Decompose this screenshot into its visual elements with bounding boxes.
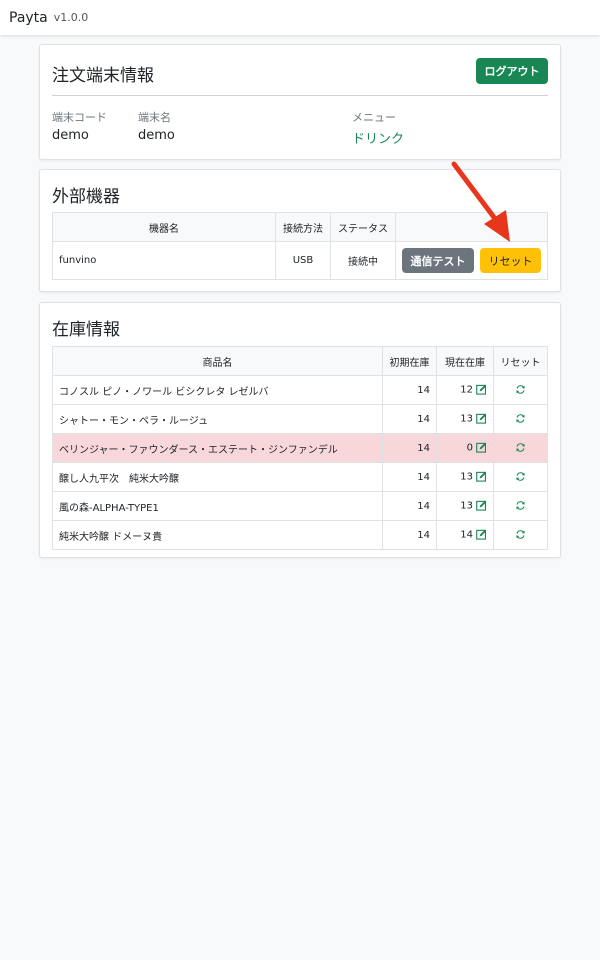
table-header-row: 商品名 初期在庫 現在在庫 リセット xyxy=(52,346,548,376)
current-stock-cell: 14 xyxy=(436,520,494,550)
table-row: 風の森-ALPHA-TYPE1 14 13 xyxy=(52,491,548,521)
initial-stock-cell: 14 xyxy=(382,404,437,434)
edit-icon[interactable] xyxy=(476,442,487,453)
product-name-cell: シャトー・モン・ペラ・ルージュ xyxy=(52,404,383,434)
current-stock-value: 13 xyxy=(460,500,473,512)
refresh-icon[interactable] xyxy=(515,384,526,395)
device-actions-cell: 通信テスト リセット xyxy=(395,241,548,280)
device-method-cell: USB xyxy=(275,241,331,280)
reset-cell xyxy=(493,404,548,434)
column-header-initial-stock: 初期在庫 xyxy=(382,346,437,376)
refresh-icon[interactable] xyxy=(515,442,526,453)
table-row: コノスル ピノ・ノワール ビシクレタ レゼルバ 14 12 xyxy=(52,375,548,405)
product-name-cell: 醸し人九平次 純米大吟醸 xyxy=(52,462,383,492)
reset-cell xyxy=(493,520,548,550)
initial-stock-cell: 14 xyxy=(382,520,437,550)
refresh-icon[interactable] xyxy=(515,471,526,482)
terminal-name-value: demo xyxy=(138,128,175,143)
refresh-icon[interactable] xyxy=(515,413,526,424)
terminal-info-title: 注文端末情報 xyxy=(52,66,154,86)
menu-label: メニュー xyxy=(352,111,396,124)
navbar: Payta v1.0.0 xyxy=(0,0,600,35)
stock-table-body: コノスル ピノ・ノワール ビシクレタ レゼルバ 14 12 シャトー・モン・ペラ・ルー… xyxy=(52,375,548,550)
stock-info-card: 在庫情報 商品名 初期在庫 現在在庫 リセット コノスル ピノ・ノワール ビシク… xyxy=(39,302,561,558)
edit-icon[interactable] xyxy=(476,471,487,482)
reset-cell xyxy=(493,375,548,405)
table-row: ベリンジャー・ファウンダース・エステート・ジンファンデル 14 0 xyxy=(52,433,548,463)
table-row: シャトー・モン・ペラ・ルージュ 14 13 xyxy=(52,404,548,434)
initial-stock-cell: 14 xyxy=(382,462,437,492)
connection-test-button[interactable]: 通信テスト xyxy=(402,248,474,273)
terminal-code-value: demo xyxy=(52,128,89,143)
reset-cell xyxy=(493,462,548,492)
edit-icon[interactable] xyxy=(476,529,487,540)
current-stock-cell: 13 xyxy=(436,491,494,521)
column-header-actions xyxy=(395,212,548,242)
table-row: 醸し人九平次 純米大吟醸 14 13 xyxy=(52,462,548,492)
column-header-status: ステータス xyxy=(330,212,396,242)
column-header-device-name: 機器名 xyxy=(52,212,276,242)
current-stock-cell: 12 xyxy=(436,375,494,405)
initial-stock-cell: 14 xyxy=(382,375,437,405)
product-name-cell: コノスル ピノ・ノワール ビシクレタ レゼルバ xyxy=(52,375,383,405)
initial-stock-cell: 14 xyxy=(382,433,437,463)
edit-icon[interactable] xyxy=(476,413,487,424)
reset-cell xyxy=(493,491,548,521)
column-header-current-stock: 現在在庫 xyxy=(436,346,494,376)
terminal-info-card: 注文端末情報 ログアウト 端末コード demo 端末名 demo メニュー ドリ… xyxy=(39,44,561,160)
current-stock-value: 13 xyxy=(460,471,473,483)
stock-table: 商品名 初期在庫 現在在庫 リセット コノスル ピノ・ノワール ビシクレタ レゼ… xyxy=(52,346,548,550)
current-stock-value: 0 xyxy=(466,442,473,454)
edit-icon[interactable] xyxy=(476,500,487,511)
external-devices-card: 外部機器 機器名 接続方法 ステータス funvino USB 接続中 通信テス… xyxy=(39,169,561,292)
product-name-cell: ベリンジャー・ファウンダース・エステート・ジンファンデル xyxy=(52,433,383,463)
current-stock-cell: 0 xyxy=(436,433,494,463)
device-table: 機器名 接続方法 ステータス funvino USB 接続中 通信テスト リセット xyxy=(52,212,548,280)
device-name-cell: funvino xyxy=(52,241,276,280)
reset-cell xyxy=(493,433,548,463)
table-row: 純米大吟醸 ドメーヌ貴 14 14 xyxy=(52,520,548,550)
current-stock-value: 13 xyxy=(460,413,473,425)
edit-icon[interactable] xyxy=(476,384,487,395)
column-header-reset: リセット xyxy=(493,346,548,376)
column-header-product: 商品名 xyxy=(52,346,383,376)
product-name-cell: 純米大吟醸 ドメーヌ貴 xyxy=(52,520,383,550)
logout-button[interactable]: ログアウト xyxy=(476,58,548,84)
product-name-cell: 風の森-ALPHA-TYPE1 xyxy=(52,491,383,521)
initial-stock-cell: 14 xyxy=(382,491,437,521)
table-row: funvino USB 接続中 通信テスト リセット xyxy=(52,241,548,280)
current-stock-value: 12 xyxy=(460,384,473,396)
table-header-row: 機器名 接続方法 ステータス xyxy=(52,212,548,242)
app-brand[interactable]: Payta xyxy=(9,10,48,26)
current-stock-cell: 13 xyxy=(436,404,494,434)
terminal-code-label: 端末コード xyxy=(52,111,107,124)
column-header-connection: 接続方法 xyxy=(275,212,331,242)
stock-info-title: 在庫情報 xyxy=(52,320,120,340)
device-reset-button[interactable]: リセット xyxy=(480,248,541,273)
external-devices-title: 外部機器 xyxy=(52,187,120,207)
app-version: v1.0.0 xyxy=(53,11,89,24)
current-stock-value: 14 xyxy=(460,529,473,541)
device-status-cell: 接続中 xyxy=(330,241,396,280)
refresh-icon[interactable] xyxy=(515,500,526,511)
current-stock-cell: 13 xyxy=(436,462,494,492)
terminal-name-label: 端末名 xyxy=(138,111,171,124)
refresh-icon[interactable] xyxy=(515,529,526,540)
menu-value-link[interactable]: ドリンク xyxy=(352,128,404,147)
divider xyxy=(52,95,548,96)
